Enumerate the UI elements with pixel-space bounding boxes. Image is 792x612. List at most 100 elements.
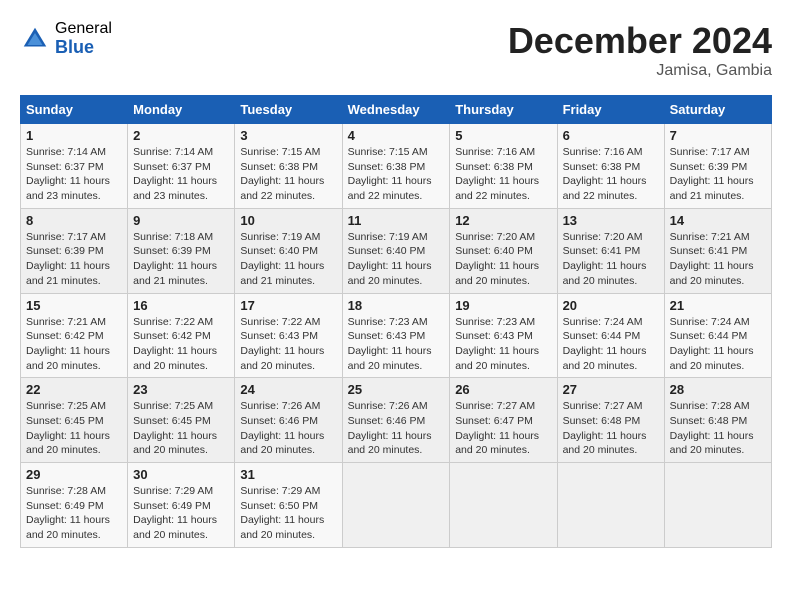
day-number: 4 [348,128,445,143]
day-info: Sunrise: 7:17 AMSunset: 6:39 PMDaylight:… [26,230,122,289]
day-info: Sunrise: 7:26 AMSunset: 6:46 PMDaylight:… [348,399,445,458]
calendar-day-cell [557,463,664,548]
day-info: Sunrise: 7:27 AMSunset: 6:48 PMDaylight:… [563,399,659,458]
calendar-day-cell: 11 Sunrise: 7:19 AMSunset: 6:40 PMDayligh… [342,208,450,293]
calendar-day-cell: 3 Sunrise: 7:15 AMSunset: 6:38 PMDaylight… [235,124,342,209]
day-number: 23 [133,382,229,397]
location: Jamisa, Gambia [508,62,772,80]
day-number: 6 [563,128,659,143]
calendar-day-cell: 15 Sunrise: 7:21 AMSunset: 6:42 PMDayligh… [21,293,128,378]
day-info: Sunrise: 7:18 AMSunset: 6:39 PMDaylight:… [133,230,229,289]
calendar-day-cell: 13Sunrise: 7:20 AMSunset: 6:41 PMDayligh… [557,208,664,293]
day-info: Sunrise: 7:26 AMSunset: 6:46 PMDaylight:… [240,399,336,458]
day-info: Sunrise: 7:29 AMSunset: 6:49 PMDaylight:… [133,484,229,543]
day-number: 17 [240,298,336,313]
day-info: Sunrise: 7:24 AMSunset: 6:44 PMDaylight:… [670,315,766,374]
calendar-day-cell: 19 Sunrise: 7:23 AMSunset: 6:43 PMDayligh… [450,293,557,378]
day-number: 13 [563,213,659,228]
calendar-day-cell: 2 Sunrise: 7:14 AMSunset: 6:37 PMDaylight… [128,124,235,209]
day-number: 27 [563,382,659,397]
day-info: Sunrise: 7:19 AMSunset: 6:40 PMDaylight:… [240,230,336,289]
day-of-week-header: Sunday [21,96,128,124]
day-number: 25 [348,382,445,397]
calendar-week-row: 29Sunrise: 7:28 AMSunset: 6:49 PMDayligh… [21,463,772,548]
month-title: December 2024 [508,20,772,62]
day-info: Sunrise: 7:25 AMSunset: 6:45 PMDaylight:… [26,399,122,458]
day-info: Sunrise: 7:19 AMSunset: 6:40 PMDaylight:… [348,230,445,289]
calendar-day-cell: 10 Sunrise: 7:19 AMSunset: 6:40 PMDayligh… [235,208,342,293]
calendar-day-cell: 31 Sunrise: 7:29 AMSunset: 6:50 PMDayligh… [235,463,342,548]
day-number: 21 [670,298,766,313]
logo-icon [20,24,50,54]
day-number: 5 [455,128,551,143]
day-info: Sunrise: 7:14 AMSunset: 6:37 PMDaylight:… [26,145,122,204]
calendar-day-cell: 12Sunrise: 7:20 AMSunset: 6:40 PMDayligh… [450,208,557,293]
day-number: 29 [26,467,122,482]
day-of-week-header: Saturday [664,96,771,124]
day-info: Sunrise: 7:27 AMSunset: 6:47 PMDaylight:… [455,399,551,458]
day-of-week-header: Monday [128,96,235,124]
day-number: 28 [670,382,766,397]
day-info: Sunrise: 7:16 AMSunset: 6:38 PMDaylight:… [563,145,659,204]
calendar-day-cell: 6 Sunrise: 7:16 AMSunset: 6:38 PMDaylight… [557,124,664,209]
calendar-day-cell: 22Sunrise: 7:25 AMSunset: 6:45 PMDayligh… [21,378,128,463]
day-info: Sunrise: 7:29 AMSunset: 6:50 PMDaylight:… [240,484,336,543]
day-of-week-header: Tuesday [235,96,342,124]
day-of-week-header: Thursday [450,96,557,124]
day-number: 3 [240,128,336,143]
day-info: Sunrise: 7:15 AMSunset: 6:38 PMDaylight:… [240,145,336,204]
calendar-week-row: 22Sunrise: 7:25 AMSunset: 6:45 PMDayligh… [21,378,772,463]
day-number: 20 [563,298,659,313]
logo-general: General [55,20,112,38]
calendar-day-cell: 29Sunrise: 7:28 AMSunset: 6:49 PMDayligh… [21,463,128,548]
calendar-day-cell: 9Sunrise: 7:18 AMSunset: 6:39 PMDaylight… [128,208,235,293]
day-number: 10 [240,213,336,228]
calendar-day-cell: 4 Sunrise: 7:15 AMSunset: 6:38 PMDaylight… [342,124,450,209]
day-number: 8 [26,213,122,228]
day-of-week-header: Friday [557,96,664,124]
day-info: Sunrise: 7:28 AMSunset: 6:48 PMDaylight:… [670,399,766,458]
day-info: Sunrise: 7:21 AMSunset: 6:41 PMDaylight:… [670,230,766,289]
calendar-week-row: 15 Sunrise: 7:21 AMSunset: 6:42 PMDayligh… [21,293,772,378]
day-info: Sunrise: 7:25 AMSunset: 6:45 PMDaylight:… [133,399,229,458]
day-info: Sunrise: 7:21 AMSunset: 6:42 PMDaylight:… [26,315,122,374]
day-number: 15 [26,298,122,313]
calendar-day-cell: 23 Sunrise: 7:25 AMSunset: 6:45 PMDayligh… [128,378,235,463]
calendar-week-row: 8 Sunrise: 7:17 AMSunset: 6:39 PMDaylight… [21,208,772,293]
calendar-day-cell: 7Sunrise: 7:17 AMSunset: 6:39 PMDaylight… [664,124,771,209]
day-number: 24 [240,382,336,397]
day-number: 31 [240,467,336,482]
day-info: Sunrise: 7:22 AMSunset: 6:43 PMDaylight:… [240,315,336,374]
calendar-day-cell: 24 Sunrise: 7:26 AMSunset: 6:46 PMDayligh… [235,378,342,463]
day-number: 14 [670,213,766,228]
calendar-day-cell: 14 Sunrise: 7:21 AMSunset: 6:41 PMDayligh… [664,208,771,293]
day-number: 1 [26,128,122,143]
day-number: 12 [455,213,551,228]
day-info: Sunrise: 7:16 AMSunset: 6:38 PMDaylight:… [455,145,551,204]
page-header: General Blue December 2024 Jamisa, Gambi… [20,20,772,80]
day-number: 11 [348,213,445,228]
day-info: Sunrise: 7:23 AMSunset: 6:43 PMDaylight:… [455,315,551,374]
day-number: 19 [455,298,551,313]
day-info: Sunrise: 7:15 AMSunset: 6:38 PMDaylight:… [348,145,445,204]
calendar-day-cell: 17 Sunrise: 7:22 AMSunset: 6:43 PMDayligh… [235,293,342,378]
calendar-day-cell: 18Sunrise: 7:23 AMSunset: 6:43 PMDayligh… [342,293,450,378]
calendar-header-row: SundayMondayTuesdayWednesdayThursdayFrid… [21,96,772,124]
calendar-day-cell: 25 Sunrise: 7:26 AMSunset: 6:46 PMDayligh… [342,378,450,463]
day-number: 30 [133,467,229,482]
day-info: Sunrise: 7:14 AMSunset: 6:37 PMDaylight:… [133,145,229,204]
calendar-table: SundayMondayTuesdayWednesdayThursdayFrid… [20,95,772,548]
calendar-day-cell: 5 Sunrise: 7:16 AMSunset: 6:38 PMDaylight… [450,124,557,209]
day-info: Sunrise: 7:24 AMSunset: 6:44 PMDaylight:… [563,315,659,374]
calendar-day-cell: 16Sunrise: 7:22 AMSunset: 6:42 PMDayligh… [128,293,235,378]
day-number: 2 [133,128,229,143]
calendar-day-cell: 21 Sunrise: 7:24 AMSunset: 6:44 PMDayligh… [664,293,771,378]
day-number: 26 [455,382,551,397]
logo: General Blue [20,20,112,57]
day-of-week-header: Wednesday [342,96,450,124]
calendar-day-cell: 8 Sunrise: 7:17 AMSunset: 6:39 PMDaylight… [21,208,128,293]
calendar-day-cell: 27 Sunrise: 7:27 AMSunset: 6:48 PMDayligh… [557,378,664,463]
title-area: December 2024 Jamisa, Gambia [508,20,772,80]
day-number: 7 [670,128,766,143]
logo-text: General Blue [55,20,112,57]
